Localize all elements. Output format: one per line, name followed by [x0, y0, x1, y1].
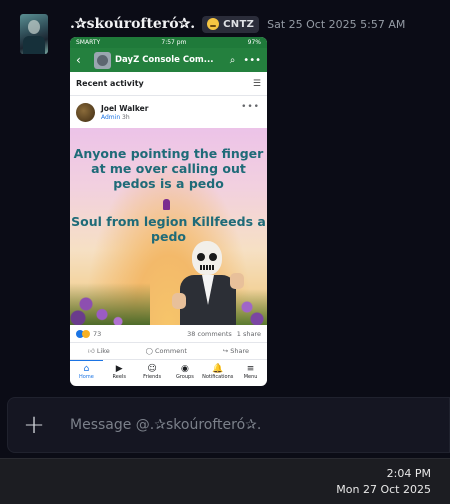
more-icon: •••	[243, 54, 261, 66]
phone-status-bar: SMARTY 7:57 pm 97%	[70, 37, 267, 48]
home-icon: ⌂	[83, 364, 90, 374]
comment-count: 38 comments	[187, 329, 232, 338]
skull-teeth	[200, 265, 214, 270]
admin-badge: Admin	[101, 113, 121, 121]
os-taskbar: 2:04 PM Mon 27 Oct 2025	[0, 458, 450, 504]
meme-caption-top: Anyone pointing the finger at me over ca…	[73, 146, 264, 191]
thumbs-up-left-icon	[172, 293, 186, 309]
author-avatar	[76, 102, 95, 122]
friends-icon: ☺	[147, 363, 157, 374]
tab-reels: ▶ Reels	[112, 363, 126, 380]
search-icon: ⌕	[229, 54, 236, 66]
share-action: ↪ Share	[222, 347, 250, 355]
meme-image: Anyone pointing the finger at me over ca…	[70, 128, 267, 325]
fb-tab-bar: ⌂ Home ▶ Reels ☺ Friends ◉ Groups 🔔 Notificat…	[70, 359, 267, 383]
post-options-icon: •••	[241, 102, 260, 112]
haha-reaction-icon	[82, 329, 90, 338]
post-author: Joel Walker	[101, 103, 149, 113]
tab-groups: ◉ Groups	[175, 363, 194, 380]
group-name: DayZ Console Com...	[115, 55, 214, 65]
reaction-count: 73	[93, 329, 102, 338]
tongue-emoji-icon	[207, 18, 220, 30]
tab-friends: ☺ Friends	[143, 363, 162, 380]
message-header: .✰skoúrofteró✰. CNTZ Sat 25 Oct 2025 5:5…	[70, 14, 405, 34]
filter-icon: ☰	[252, 78, 261, 89]
user-avatar[interactable]	[20, 14, 48, 54]
username[interactable]: .✰skoúrofteró✰.	[70, 16, 195, 32]
flowers-left	[70, 255, 150, 325]
phone-time: 7:57 pm	[161, 39, 187, 46]
tab-notifications: 🔔 Notifications	[202, 363, 234, 380]
message-composer: +	[7, 397, 450, 453]
server-tag-label: CNTZ	[223, 18, 255, 30]
chat-message: .✰skoúrofteró✰. CNTZ Sat 25 Oct 2025 5:5…	[0, 0, 450, 390]
back-arrow-icon: ‹	[76, 53, 81, 67]
like-action: 👍︎ Like	[87, 347, 110, 355]
battery-label: 97%	[247, 39, 261, 46]
group-navbar: ‹ DayZ Console Com... ⌕ •••	[70, 48, 267, 72]
share-count: 1 share	[236, 329, 261, 338]
tiny-figure	[163, 199, 170, 210]
section-title: Recent activity	[76, 79, 144, 88]
tab-home: ⌂ Home	[70, 360, 103, 383]
clock-date: Mon 27 Oct 2025	[336, 483, 431, 496]
comment-action: ◯ Comment	[145, 347, 187, 355]
post-actions: 👍︎ Like ◯ Comment ↪ Share	[70, 342, 267, 359]
post-header: Joel Walker Admin 3h •••	[70, 96, 267, 128]
tab-menu: ≡ Menu	[243, 363, 258, 380]
bell-icon: 🔔	[212, 363, 224, 374]
message-timestamp: Sat 25 Oct 2025 5:57 AM	[267, 17, 406, 31]
thumbs-up-right-icon	[230, 273, 244, 289]
reactions-row: 73 38 comments 1 share	[70, 325, 267, 342]
skull-eye-left	[197, 253, 205, 261]
skull-mask	[192, 241, 222, 275]
add-attachment-icon[interactable]: +	[8, 410, 60, 440]
comment-icon: ◯	[145, 347, 153, 355]
share-icon: ↪	[222, 347, 229, 355]
thumb-icon: 👍︎	[87, 347, 95, 355]
skull-mask-figure	[172, 241, 244, 325]
carrier-label: SMARTY	[76, 39, 101, 46]
group-thumbnail	[94, 51, 111, 69]
post-meta: Admin 3h	[101, 114, 148, 121]
post-time: 3h	[122, 113, 130, 121]
skull-eye-right	[209, 253, 217, 261]
clock-time: 2:04 PM	[386, 467, 431, 480]
meme-caption-bottom: Soul from legion Killfeeds a pedo	[71, 214, 266, 244]
message-input[interactable]	[60, 417, 449, 433]
image-attachment[interactable]: SMARTY 7:57 pm 97% ‹ DayZ Console Com...…	[70, 37, 267, 386]
menu-icon: ≡	[246, 363, 255, 374]
server-tag[interactable]: CNTZ	[202, 15, 260, 33]
groups-icon: ◉	[180, 363, 189, 374]
recent-activity-header: Recent activity ☰	[70, 72, 267, 96]
system-clock[interactable]: 2:04 PM Mon 27 Oct 2025	[336, 466, 431, 498]
reels-icon: ▶	[115, 363, 123, 374]
